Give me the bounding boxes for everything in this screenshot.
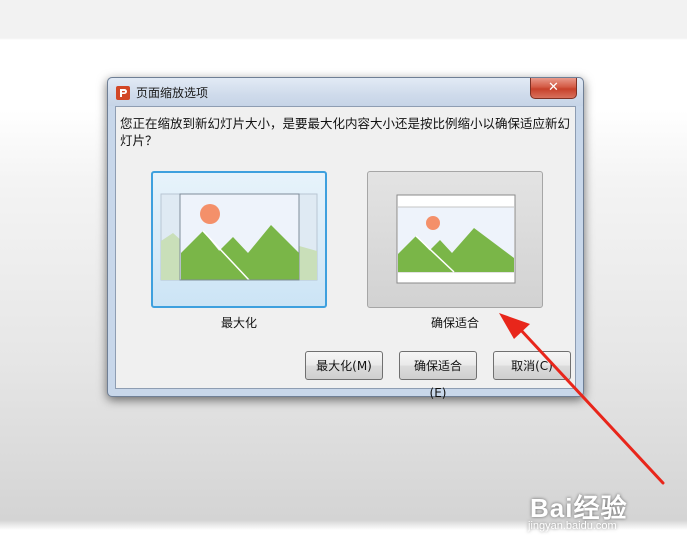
baidu-watermark: Bai经验 jingyan.baidu.com [528,488,627,532]
annotation-arrow [499,313,665,485]
watermark-url: jingyan.baidu.com [528,520,617,532]
